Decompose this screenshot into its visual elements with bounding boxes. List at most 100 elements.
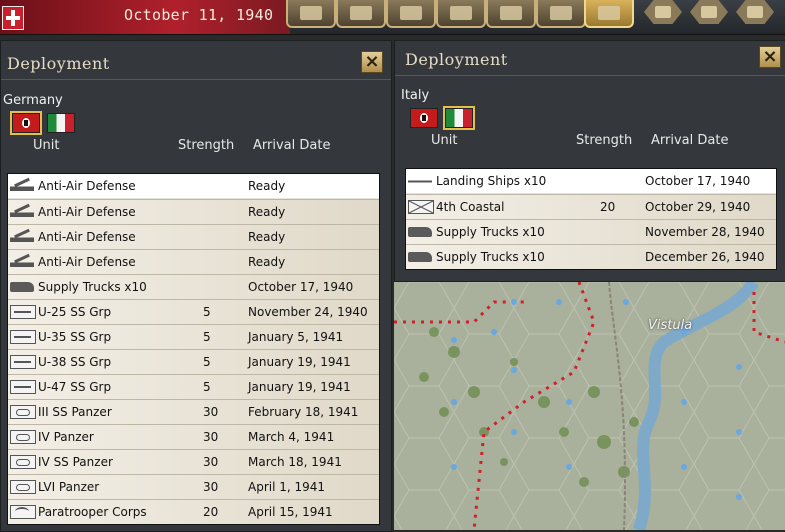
- unit-name: U-38 SS Grp: [38, 355, 112, 369]
- column-strength[interactable]: Strength: [178, 138, 234, 153]
- truck-icon: [408, 227, 432, 237]
- document-button[interactable]: [486, 0, 536, 28]
- unit-list: Landing Ships x10 October 17, 1940 4th Coa…: [405, 168, 777, 270]
- research-icon: [400, 6, 422, 20]
- unit-row[interactable]: U-38 SS Grp 5 January 19, 1941: [8, 349, 379, 374]
- flag-button[interactable]: [436, 0, 486, 28]
- flag-italy[interactable]: [443, 106, 475, 130]
- unit-strength: 20: [203, 505, 219, 519]
- flag-germany[interactable]: [10, 111, 42, 135]
- unit-name: Anti-Air Defense: [38, 179, 136, 193]
- unit-row[interactable]: U-25 SS Grp 5 November 24, 1940: [8, 299, 379, 324]
- unit-hex-button[interactable]: [644, 0, 682, 24]
- unit-arrival: October 29, 1940: [645, 200, 751, 214]
- unit-name: U-25 SS Grp: [38, 305, 112, 319]
- unit-row[interactable]: Anti-Air Defense Ready: [8, 224, 379, 249]
- divider: [1, 79, 391, 80]
- column-arrival[interactable]: Arrival Date: [253, 138, 330, 153]
- column-strength[interactable]: Strength: [576, 133, 632, 148]
- unit-name: U-47 SS Grp: [38, 380, 112, 394]
- binoculars-button[interactable]: [536, 0, 586, 28]
- nation-name: Germany: [3, 93, 63, 108]
- grid-hex-button[interactable]: [690, 0, 728, 24]
- close-button[interactable]: ×: [759, 46, 781, 68]
- unit-arrival: Ready: [248, 179, 286, 193]
- unit-row[interactable]: IV SS Panzer 30 March 18, 1941: [8, 449, 379, 474]
- document-icon: [500, 6, 522, 20]
- unit-row[interactable]: IV Panzer 30 March 4, 1941: [8, 424, 379, 449]
- building-button[interactable]: [336, 0, 386, 28]
- unit-row[interactable]: Anti-Air Defense Ready: [8, 199, 379, 224]
- submarine-icon: [10, 330, 36, 344]
- unit-row[interactable]: Supply Trucks x10 November 28, 1940: [406, 219, 776, 244]
- unit-arrival: April 15, 1941: [248, 505, 333, 519]
- deployment-panel-italy: Deployment × Italy Unit Strength Arrival…: [394, 40, 785, 282]
- deployment-button[interactable]: [584, 0, 634, 28]
- unit-name: IV Panzer: [38, 430, 94, 444]
- unit-strength: 5: [203, 380, 211, 394]
- column-unit[interactable]: Unit: [33, 138, 59, 153]
- submarine-icon: [10, 305, 36, 319]
- building-icon: [350, 6, 372, 20]
- unit-arrival: April 1, 1941: [248, 480, 326, 494]
- helmet-icon: [598, 6, 620, 20]
- unit-name: LVI Panzer: [38, 480, 100, 494]
- map-terrain: [394, 282, 785, 530]
- unit-strength: 30: [203, 430, 219, 444]
- river-label: Vistula: [648, 318, 693, 333]
- close-icon: ×: [762, 46, 778, 67]
- calendar-button[interactable]: [286, 0, 336, 28]
- anti-air-icon: [10, 205, 34, 219]
- unit-row[interactable]: Paratrooper Corps 20 April 15, 1941: [8, 499, 379, 524]
- game-map[interactable]: Vistula: [394, 282, 785, 530]
- unit-arrival: December 26, 1940: [645, 250, 765, 264]
- grid-hex-icon: [701, 6, 717, 18]
- unit-name: III SS Panzer: [38, 405, 112, 419]
- unit-row[interactable]: LVI Panzer 30 April 1, 1941: [8, 474, 379, 499]
- flag-italy[interactable]: [47, 113, 75, 133]
- current-date: October 11, 1940: [124, 6, 274, 24]
- unit-arrival: Ready: [248, 230, 286, 244]
- deployment-panel-germany: Deployment × Germany Unit Strength Arriv…: [0, 40, 392, 532]
- nation-flag-icon[interactable]: [2, 6, 24, 30]
- unit-row[interactable]: Anti-Air Defense Ready: [8, 249, 379, 274]
- tank-hex-button[interactable]: [736, 0, 774, 24]
- close-icon: ×: [364, 51, 380, 72]
- anti-air-icon: [10, 230, 34, 244]
- unit-name: Landing Ships x10: [436, 174, 547, 188]
- unit-row[interactable]: Anti-Air Defense Ready: [8, 174, 379, 198]
- unit-arrival: February 18, 1941: [248, 405, 359, 419]
- unit-arrival: October 17, 1940: [645, 174, 751, 188]
- unit-row[interactable]: Supply Trucks x10 December 26, 1940: [406, 244, 776, 269]
- paratrooper-icon: [10, 505, 36, 519]
- unit-strength: 5: [203, 355, 211, 369]
- top-bar: October 11, 1940: [0, 0, 785, 35]
- binoculars-icon: [550, 6, 572, 20]
- panzer-icon: [10, 430, 36, 444]
- column-unit[interactable]: Unit: [431, 133, 457, 148]
- unit-name: Supply Trucks x10: [436, 250, 545, 264]
- anti-air-icon: [10, 255, 34, 269]
- flag-germany[interactable]: [410, 108, 438, 128]
- divider: [395, 75, 785, 76]
- research-button[interactable]: [386, 0, 436, 28]
- unit-hex-icon: [655, 6, 671, 18]
- unit-name: U-35 SS Grp: [38, 330, 112, 344]
- anti-air-icon: [10, 179, 34, 193]
- unit-arrival: November 28, 1940: [645, 225, 765, 239]
- unit-name: Anti-Air Defense: [38, 255, 136, 269]
- unit-row[interactable]: 4th Coastal 20 October 29, 1940: [406, 194, 776, 219]
- unit-row[interactable]: Landing Ships x10 October 17, 1940: [406, 169, 776, 193]
- unit-row[interactable]: U-47 SS Grp 5 January 19, 1941: [8, 374, 379, 399]
- column-arrival[interactable]: Arrival Date: [651, 133, 728, 148]
- unit-name: 4th Coastal: [436, 200, 505, 214]
- unit-row[interactable]: Supply Trucks x10 October 17, 1940: [8, 274, 379, 299]
- flag-icon: [450, 6, 472, 20]
- truck-icon: [10, 282, 34, 292]
- unit-list: Anti-Air Defense Ready Anti-Air Defense Rea…: [7, 173, 380, 525]
- unit-arrival: October 17, 1940: [248, 280, 354, 294]
- unit-row[interactable]: U-35 SS Grp 5 January 5, 1941: [8, 324, 379, 349]
- close-button[interactable]: ×: [361, 51, 383, 73]
- truck-icon: [408, 252, 432, 262]
- unit-row[interactable]: III SS Panzer 30 February 18, 1941: [8, 399, 379, 424]
